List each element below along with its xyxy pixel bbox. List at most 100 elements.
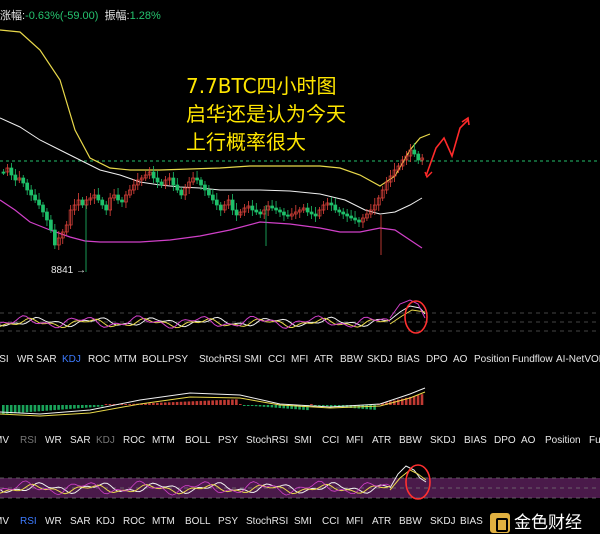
macd-histogram-bar (160, 402, 163, 405)
tab-rsi[interactable]: RSI (20, 516, 37, 527)
tab-atr[interactable]: ATR (372, 435, 391, 446)
tab-dpo[interactable]: DPO (426, 354, 448, 365)
tab-fundflow[interactable]: Fundflow (512, 354, 553, 365)
tab-rsi[interactable]: RSI (20, 435, 37, 446)
macd-histogram-bar (84, 405, 88, 408)
tab-mtm[interactable]: MTM (152, 435, 175, 446)
tab-position[interactable]: Position (474, 354, 510, 365)
tab-roc[interactable]: ROC (123, 435, 145, 446)
macd-histogram-bar (175, 401, 179, 405)
tab-sar[interactable]: SAR (70, 435, 91, 446)
macd-histogram-bar (199, 400, 203, 405)
tab-skdj[interactable]: SKDJ (367, 354, 393, 365)
analyst-annotation: 7.7BTC四小时图 启华还是认为今天 上行概率很大 (186, 72, 346, 156)
tab-roc[interactable]: ROC (123, 516, 145, 527)
candle-body (41, 204, 45, 213)
candle-body (171, 177, 176, 186)
tab-ao[interactable]: AO (453, 354, 467, 365)
tab-ai-netvol[interactable]: AI-NetVOL (556, 354, 600, 365)
macd-histogram-bar (215, 400, 218, 405)
candle-body (357, 219, 361, 223)
macd-histogram-bar (227, 399, 230, 405)
tab-psy[interactable]: PSY (218, 516, 238, 527)
macd-histogram-bar (163, 402, 167, 405)
indicator-tabbar-2: MV RSI WR SAR KDJ ROC MTM BOLL PSY StochRSI SMI CCI… (0, 433, 600, 449)
tab-wr[interactable]: WR (45, 516, 62, 527)
macd-histogram-bar (29, 405, 33, 412)
tab-boll[interactable]: BOLL (142, 354, 168, 365)
tab-mtm[interactable]: MTM (152, 516, 175, 527)
macd-histogram-bar (104, 404, 108, 405)
tab-bbw[interactable]: BBW (399, 435, 422, 446)
tab-atr[interactable]: ATR (314, 354, 333, 365)
tab-cci[interactable]: CCI (268, 354, 285, 365)
candle-body (270, 205, 274, 209)
tab-kdj[interactable]: KDJ (96, 516, 115, 527)
tab-smi[interactable]: SMI (244, 354, 262, 365)
tab-boll[interactable]: BOLL (185, 435, 211, 446)
tab-bias[interactable]: BIAS (460, 516, 483, 527)
tab-mv[interactable]: MV (0, 435, 9, 446)
tab-cci[interactable]: CCI (322, 435, 339, 446)
candle-body (195, 177, 199, 181)
tab-psy[interactable]: PSY (168, 354, 188, 365)
macd-histogram-bar (148, 403, 151, 405)
tab-stochrsi[interactable]: StochRSI (246, 516, 288, 527)
tab-cci[interactable]: CCI (322, 516, 339, 527)
macd-histogram-bar (100, 405, 104, 407)
tab-bbw[interactable]: BBW (340, 354, 363, 365)
macd-histogram-bar (246, 405, 250, 406)
tab-stochrsi[interactable]: StochRSI (199, 354, 241, 365)
watermark: 金色财经 (490, 508, 582, 533)
tab-sar[interactable]: SAR (70, 516, 91, 527)
tab-fu[interactable]: Fu (589, 435, 600, 446)
candle-body (309, 211, 314, 215)
tab-skdj[interactable]: SKDJ (430, 516, 456, 527)
macd-histogram-bar (33, 405, 37, 412)
tab-smi[interactable]: SMI (294, 516, 312, 527)
tab-kdj[interactable]: KDJ (96, 435, 115, 446)
chart-app: 涨幅:-0.63%(-59.00) 振幅:1.28% 7.7BTC四小时图 启华… (0, 0, 600, 534)
tab-mfi[interactable]: MFI (346, 435, 363, 446)
tab-mfi[interactable]: MFI (291, 354, 308, 365)
tab-roc[interactable]: ROC (88, 354, 110, 365)
macd-histogram-bar (250, 405, 254, 406)
candle-body (305, 207, 310, 213)
arrow-right-icon: → (76, 265, 87, 276)
macd-histogram-bar (365, 405, 368, 410)
candle-body (250, 205, 255, 211)
tab-skdj[interactable]: SKDJ (430, 435, 456, 446)
tab-sar[interactable]: SAR (36, 354, 57, 365)
tab-bbw[interactable]: BBW (399, 516, 422, 527)
jinse-logo-icon (490, 513, 510, 533)
tab-wr[interactable]: WR (45, 435, 62, 446)
low-price-value: 8841 (51, 265, 74, 276)
tab-rsi[interactable]: RSI (0, 354, 9, 365)
macd-histogram-bar (223, 399, 226, 405)
candle-body (21, 177, 26, 184)
tab-atr[interactable]: ATR (372, 516, 391, 527)
tab-psy[interactable]: PSY (218, 435, 238, 446)
tab-mv[interactable]: MV (0, 516, 9, 527)
tab-ao[interactable]: AO (521, 435, 535, 446)
macd-histogram-bar (73, 405, 76, 409)
macd-histogram-bar (242, 405, 246, 406)
macd-histogram-bar (128, 403, 131, 405)
tab-kdj[interactable]: KDJ (62, 354, 81, 365)
macd-histogram-bar (219, 400, 222, 405)
tab-bias[interactable]: BIAS (464, 435, 487, 446)
tab-position[interactable]: Position (545, 435, 581, 446)
tab-dpo[interactable]: DPO (494, 435, 516, 446)
tab-wr[interactable]: WR (17, 354, 34, 365)
macd-histogram-bar (258, 405, 262, 407)
tab-mtm[interactable]: MTM (114, 354, 137, 365)
tab-mfi[interactable]: MFI (346, 516, 363, 527)
tab-stochrsi[interactable]: StochRSI (246, 435, 288, 446)
macd-histogram-bar (13, 405, 17, 414)
tab-bias[interactable]: BIAS (397, 354, 420, 365)
tab-boll[interactable]: BOLL (185, 516, 211, 527)
macd-histogram-bar (92, 405, 96, 408)
candle-body (33, 194, 37, 201)
candle-body (329, 202, 334, 206)
tab-smi[interactable]: SMI (294, 435, 312, 446)
